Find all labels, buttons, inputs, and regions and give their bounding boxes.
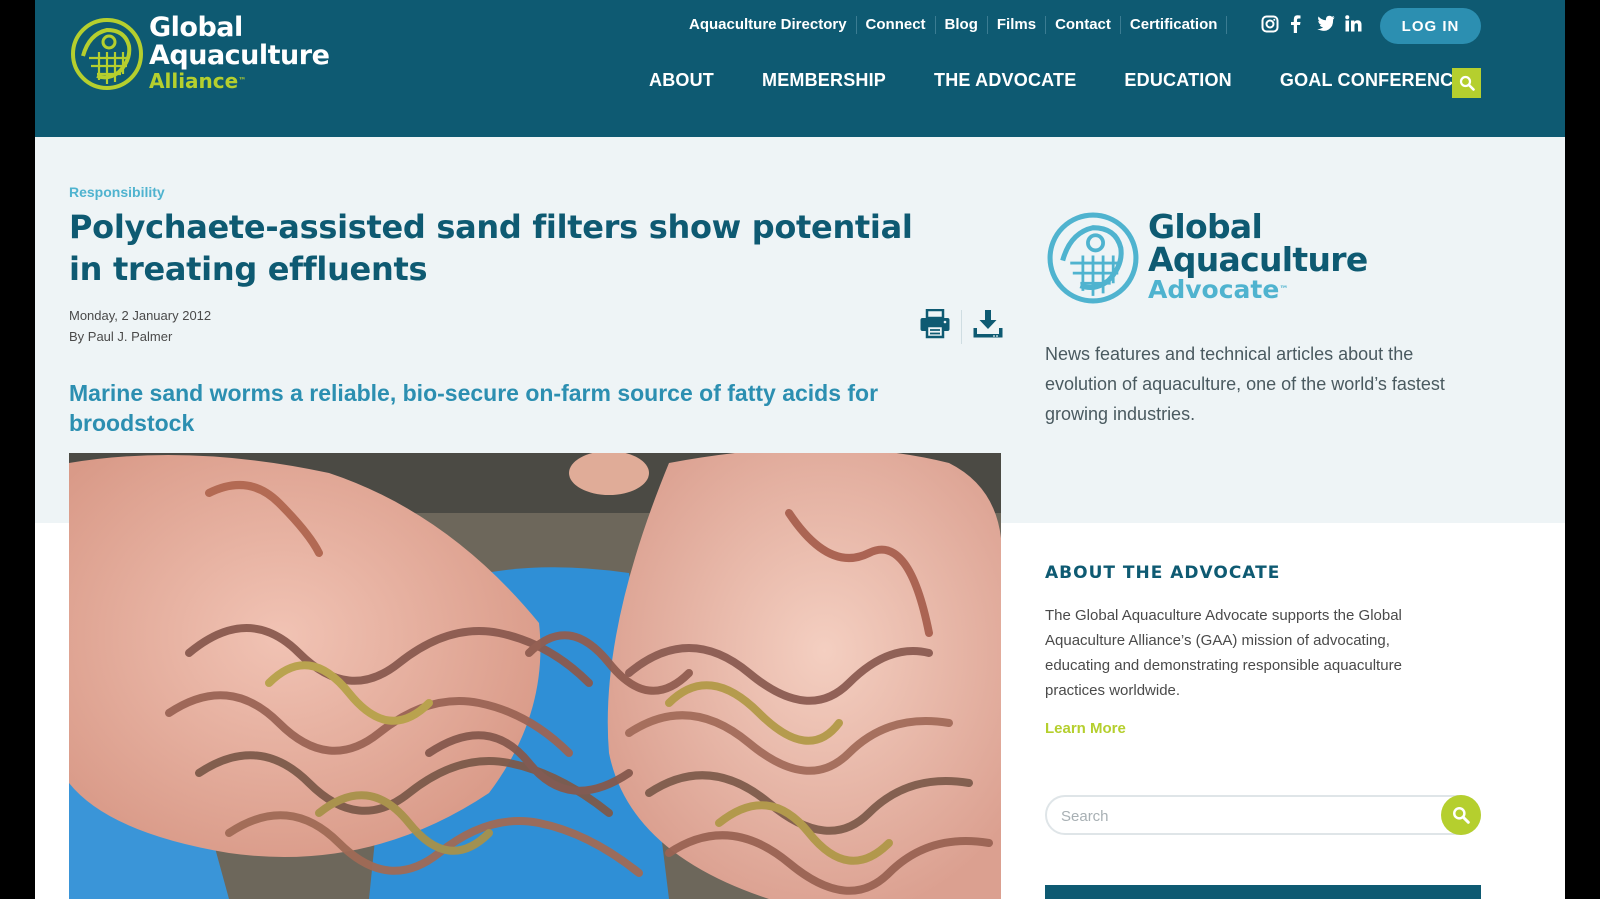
nav-the-advocate[interactable]: THE ADVOCATE [934,70,1076,91]
logo-line1: Global [149,12,243,43]
nav-about[interactable]: ABOUT [649,70,714,91]
tools-divider [961,309,962,344]
about-heading: ABOUT THE ADVOCATE [1045,563,1281,583]
search-icon [1459,75,1475,91]
advocate-logo-line2: Aquaculture [1148,240,1368,279]
advocate-logo-line3: Advocate™ [1148,275,1289,304]
logo-line2: Aquaculture [149,40,330,71]
search-icon [1453,807,1470,824]
search-button[interactable] [1441,795,1481,835]
page: Global Aquaculture Alliance™ Aquaculture… [35,0,1565,899]
advocate-logo[interactable]: Global Aquaculture Advocate™ [1045,210,1385,310]
login-button[interactable]: LOG IN [1380,8,1481,44]
article-title: Polychaete-assisted sand filters show po… [69,208,913,288]
gaa-logo[interactable]: Global Aquaculture Alliance™ [69,12,330,94]
article-photo [69,453,1001,899]
sidebar-banner [1045,885,1481,899]
nav-education[interactable]: EDUCATION [1124,70,1231,91]
nav-blog[interactable]: Blog [936,16,988,34]
article-date: Monday, 2 January 2012 [69,308,212,323]
instagram-icon[interactable] [1261,15,1279,35]
nav-films[interactable]: Films [988,16,1047,34]
learn-more-link[interactable]: Learn More [1045,720,1126,737]
advocate-description: News features and technical articles abo… [1045,344,1445,424]
article-subtitle: Marine sand worms a reliable, bio-secure… [69,380,879,436]
facebook-icon[interactable] [1289,15,1307,35]
utility-nav: Aquaculture Directory Connect Blog Films… [689,15,1228,35]
article-byline: By Paul J. Palmer [69,329,173,344]
logo-line3: Alliance™ [149,69,247,93]
nav-connect[interactable]: Connect [857,16,936,34]
main-nav: ABOUT MEMBERSHIP THE ADVOCATE EDUCATION … [649,70,1466,91]
header-search-button[interactable] [1452,68,1481,98]
advocate-logo-line1: Global [1148,207,1263,246]
site-header: Global Aquaculture Alliance™ Aquaculture… [35,0,1565,137]
sidebar-search [1045,795,1481,835]
nav-certification[interactable]: Certification [1121,16,1228,34]
about-text: The Global Aquaculture Advocate supports… [1045,607,1402,699]
search-input[interactable] [1061,805,1421,827]
nav-contact[interactable]: Contact [1046,16,1121,34]
article-category[interactable]: Responsibility [69,184,165,200]
gaa-logo-icon [71,18,143,90]
advocate-logo-icon [1047,212,1139,304]
download-icon[interactable] [972,309,1004,344]
nav-goal-conference[interactable]: GOAL CONFERENCE [1280,70,1466,91]
linkedin-icon[interactable] [1345,15,1363,35]
nav-aquaculture-directory[interactable]: Aquaculture Directory [689,16,857,34]
twitter-icon[interactable] [1317,15,1335,35]
article-tools [919,308,1004,344]
social-links [1261,15,1363,35]
print-icon[interactable] [919,308,951,344]
nav-membership[interactable]: MEMBERSHIP [762,70,886,91]
